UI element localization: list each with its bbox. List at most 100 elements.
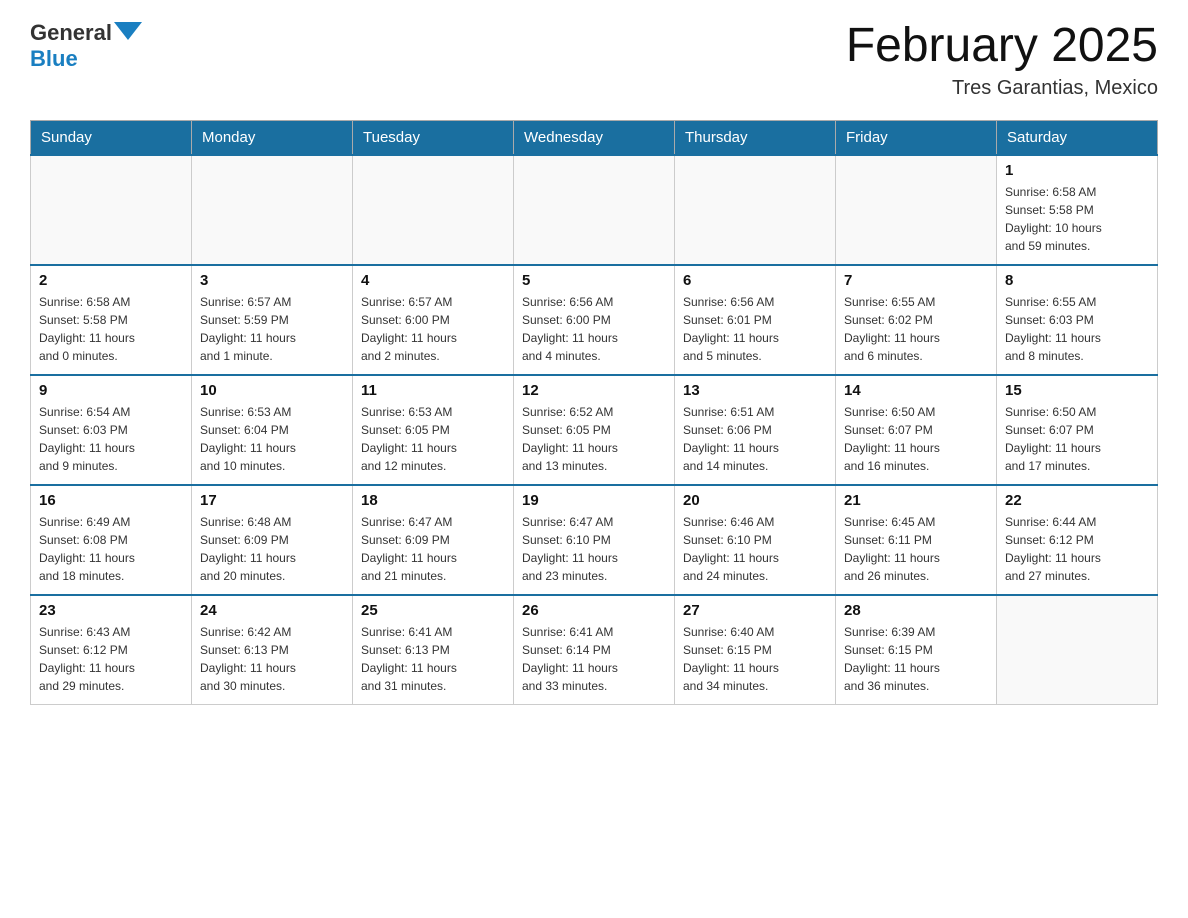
day-info: Sunrise: 6:39 AM Sunset: 6:15 PM Dayligh… — [844, 623, 988, 695]
day-number: 1 — [1005, 162, 1149, 179]
day-info: Sunrise: 6:55 AM Sunset: 6:02 PM Dayligh… — [844, 293, 988, 365]
day-number: 24 — [200, 602, 344, 619]
day-info: Sunrise: 6:56 AM Sunset: 6:01 PM Dayligh… — [683, 293, 827, 365]
calendar-cell: 13 Sunrise: 6:51 AM Sunset: 6:06 PM Dayli… — [675, 375, 836, 485]
calendar-cell: 12 Sunrise: 6:52 AM Sunset: 6:05 PM Dayli… — [514, 375, 675, 485]
calendar-cell: 28Sunrise: 6:39 AM Sunset: 6:15 PM Dayli… — [836, 595, 997, 705]
calendar-cell — [353, 155, 514, 265]
calendar-cell: 5 Sunrise: 6:56 AM Sunset: 6:00 PM Daylig… — [514, 265, 675, 375]
week-row-3: 16Sunrise: 6:49 AM Sunset: 6:08 PM Dayli… — [31, 485, 1158, 595]
calendar-cell — [514, 155, 675, 265]
calendar-cell: 11 Sunrise: 6:53 AM Sunset: 6:05 PM Dayli… — [353, 375, 514, 485]
day-number: 5 — [522, 272, 666, 289]
day-info: Sunrise: 6:43 AM Sunset: 6:12 PM Dayligh… — [39, 623, 183, 695]
col-monday: Monday — [192, 120, 353, 155]
day-number: 6 — [683, 272, 827, 289]
calendar-cell: 24 Sunrise: 6:42 AM Sunset: 6:13 PM Dayli… — [192, 595, 353, 705]
day-info: Sunrise: 6:53 AM Sunset: 6:05 PM Dayligh… — [361, 403, 505, 475]
day-number: 2 — [39, 272, 183, 289]
day-number: 18 — [361, 492, 505, 509]
calendar-cell: 18Sunrise: 6:47 AM Sunset: 6:09 PM Dayli… — [353, 485, 514, 595]
day-number: 20 — [683, 492, 827, 509]
calendar-cell: 26Sunrise: 6:41 AM Sunset: 6:14 PM Dayli… — [514, 595, 675, 705]
calendar-cell — [997, 595, 1158, 705]
day-info: Sunrise: 6:42 AM Sunset: 6:13 PM Dayligh… — [200, 623, 344, 695]
week-row-4: 23 Sunrise: 6:43 AM Sunset: 6:12 PM Dayli… — [31, 595, 1158, 705]
logo-text-blue: Blue — [30, 46, 78, 71]
day-number: 3 — [200, 272, 344, 289]
day-info: Sunrise: 6:41 AM Sunset: 6:13 PM Dayligh… — [361, 623, 505, 695]
calendar-cell: 23 Sunrise: 6:43 AM Sunset: 6:12 PM Dayli… — [31, 595, 192, 705]
day-info: Sunrise: 6:49 AM Sunset: 6:08 PM Dayligh… — [39, 513, 183, 585]
title-block: February 2025 Tres Garantias, Mexico — [846, 20, 1158, 100]
day-number: 7 — [844, 272, 988, 289]
col-wednesday: Wednesday — [514, 120, 675, 155]
col-friday: Friday — [836, 120, 997, 155]
month-title: February 2025 — [846, 20, 1158, 73]
day-info: Sunrise: 6:45 AM Sunset: 6:11 PM Dayligh… — [844, 513, 988, 585]
day-info: Sunrise: 6:40 AM Sunset: 6:15 PM Dayligh… — [683, 623, 827, 695]
col-thursday: Thursday — [675, 120, 836, 155]
day-number: 27 — [683, 602, 827, 619]
calendar-cell: 9 Sunrise: 6:54 AM Sunset: 6:03 PM Daylig… — [31, 375, 192, 485]
day-info: Sunrise: 6:56 AM Sunset: 6:00 PM Dayligh… — [522, 293, 666, 365]
day-number: 13 — [683, 382, 827, 399]
day-info: Sunrise: 6:48 AM Sunset: 6:09 PM Dayligh… — [200, 513, 344, 585]
col-sunday: Sunday — [31, 120, 192, 155]
col-saturday: Saturday — [997, 120, 1158, 155]
day-info: Sunrise: 6:58 AM Sunset: 5:58 PM Dayligh… — [39, 293, 183, 365]
logo: General Blue — [30, 20, 142, 72]
day-info: Sunrise: 6:55 AM Sunset: 6:03 PM Dayligh… — [1005, 293, 1149, 365]
calendar-cell: 27 Sunrise: 6:40 AM Sunset: 6:15 PM Dayli… — [675, 595, 836, 705]
calendar-cell: 1 Sunrise: 6:58 AM Sunset: 5:58 PM Daylig… — [997, 155, 1158, 265]
calendar-cell — [192, 155, 353, 265]
day-number: 10 — [200, 382, 344, 399]
logo-text-general: General — [30, 20, 112, 46]
day-number: 15 — [1005, 382, 1149, 399]
calendar-cell: 3 Sunrise: 6:57 AM Sunset: 5:59 PM Daylig… — [192, 265, 353, 375]
day-number: 19 — [522, 492, 666, 509]
day-number: 4 — [361, 272, 505, 289]
calendar-cell: 17Sunrise: 6:48 AM Sunset: 6:09 PM Dayli… — [192, 485, 353, 595]
day-info: Sunrise: 6:54 AM Sunset: 6:03 PM Dayligh… — [39, 403, 183, 475]
day-info: Sunrise: 6:53 AM Sunset: 6:04 PM Dayligh… — [200, 403, 344, 475]
calendar-cell — [31, 155, 192, 265]
calendar-cell: 19 Sunrise: 6:47 AM Sunset: 6:10 PM Dayli… — [514, 485, 675, 595]
day-number: 12 — [522, 382, 666, 399]
calendar-cell: 15 Sunrise: 6:50 AM Sunset: 6:07 PM Dayli… — [997, 375, 1158, 485]
calendar-header-row: Sunday Monday Tuesday Wednesday Thursday… — [31, 120, 1158, 155]
location-title: Tres Garantias, Mexico — [846, 77, 1158, 100]
week-row-1: 2 Sunrise: 6:58 AM Sunset: 5:58 PM Daylig… — [31, 265, 1158, 375]
calendar-cell — [836, 155, 997, 265]
calendar-cell: 4Sunrise: 6:57 AM Sunset: 6:00 PM Daylig… — [353, 265, 514, 375]
day-info: Sunrise: 6:44 AM Sunset: 6:12 PM Dayligh… — [1005, 513, 1149, 585]
day-info: Sunrise: 6:57 AM Sunset: 5:59 PM Dayligh… — [200, 293, 344, 365]
calendar-cell: 20 Sunrise: 6:46 AM Sunset: 6:10 PM Dayli… — [675, 485, 836, 595]
col-tuesday: Tuesday — [353, 120, 514, 155]
calendar-cell — [675, 155, 836, 265]
day-info: Sunrise: 6:47 AM Sunset: 6:10 PM Dayligh… — [522, 513, 666, 585]
calendar-table: Sunday Monday Tuesday Wednesday Thursday… — [30, 120, 1158, 706]
day-number: 22 — [1005, 492, 1149, 509]
day-info: Sunrise: 6:52 AM Sunset: 6:05 PM Dayligh… — [522, 403, 666, 475]
calendar-cell: 6 Sunrise: 6:56 AM Sunset: 6:01 PM Daylig… — [675, 265, 836, 375]
calendar-cell: 8 Sunrise: 6:55 AM Sunset: 6:03 PM Daylig… — [997, 265, 1158, 375]
day-number: 9 — [39, 382, 183, 399]
day-info: Sunrise: 6:46 AM Sunset: 6:10 PM Dayligh… — [683, 513, 827, 585]
week-row-0: 1 Sunrise: 6:58 AM Sunset: 5:58 PM Daylig… — [31, 155, 1158, 265]
logo-triangle-icon — [114, 22, 142, 40]
calendar-cell: 16Sunrise: 6:49 AM Sunset: 6:08 PM Dayli… — [31, 485, 192, 595]
day-info: Sunrise: 6:41 AM Sunset: 6:14 PM Dayligh… — [522, 623, 666, 695]
day-info: Sunrise: 6:58 AM Sunset: 5:58 PM Dayligh… — [1005, 183, 1149, 255]
day-number: 11 — [361, 382, 505, 399]
calendar-cell: 25Sunrise: 6:41 AM Sunset: 6:13 PM Dayli… — [353, 595, 514, 705]
page-header: General Blue February 2025 Tres Garantia… — [30, 20, 1158, 100]
day-info: Sunrise: 6:51 AM Sunset: 6:06 PM Dayligh… — [683, 403, 827, 475]
calendar-cell: 21 Sunrise: 6:45 AM Sunset: 6:11 PM Dayli… — [836, 485, 997, 595]
day-number: 8 — [1005, 272, 1149, 289]
day-number: 23 — [39, 602, 183, 619]
day-number: 21 — [844, 492, 988, 509]
calendar-cell: 14Sunrise: 6:50 AM Sunset: 6:07 PM Dayli… — [836, 375, 997, 485]
day-info: Sunrise: 6:50 AM Sunset: 6:07 PM Dayligh… — [1005, 403, 1149, 475]
week-row-2: 9 Sunrise: 6:54 AM Sunset: 6:03 PM Daylig… — [31, 375, 1158, 485]
